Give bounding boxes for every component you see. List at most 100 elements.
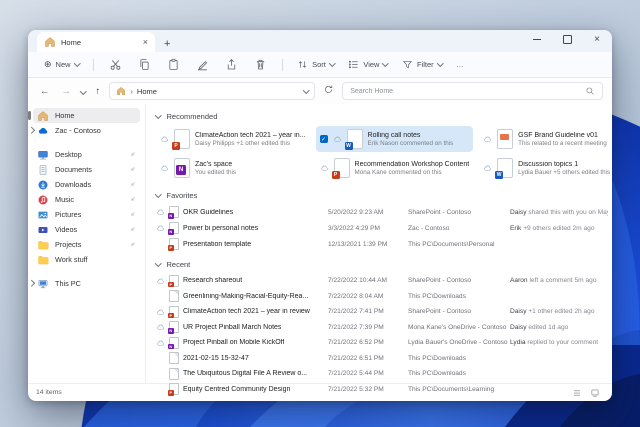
cut-icon (110, 60, 121, 70)
sidebar-item-work-stuff[interactable]: Work stuff (33, 252, 140, 267)
checkbox-checked-icon[interactable]: ✓ (319, 135, 328, 143)
recommended-card[interactable]: N Zac's space You edited this (156, 155, 310, 181)
media-file-icon (169, 352, 179, 365)
section-header-recent[interactable]: Recent (155, 258, 608, 271)
pin-icon (130, 152, 135, 157)
file-location: SharePoint - Contoso (408, 277, 472, 285)
new-tab-button[interactable]: + (155, 38, 179, 52)
share-icon (227, 59, 236, 70)
status-bar: 14 items (28, 383, 612, 401)
refresh-button[interactable] (321, 81, 336, 101)
filter-button[interactable]: Filter (396, 56, 448, 73)
cloud-status-icon (161, 136, 168, 142)
file-name: Power bi personal notes (183, 224, 259, 232)
tab-close-icon[interactable]: × (143, 37, 148, 47)
search-box[interactable] (342, 82, 603, 100)
sidebar-item-this-pc[interactable]: This PC (28, 276, 140, 291)
toolbar-divider (93, 58, 95, 71)
file-date: 3/3/2022 4:29 PM (328, 224, 381, 232)
home-icon (38, 110, 48, 121)
sidebar-item-music[interactable]: Music (33, 192, 140, 207)
recommended-card[interactable]: P ClimateAction tech 2021 – year in... Da… (156, 126, 310, 152)
sidebar-item-onedrive[interactable]: Zac - Contoso (28, 123, 140, 138)
file-row[interactable]: N Power bi personal notes 3/3/2022 4:29 P… (156, 220, 608, 236)
file-activity: Erik Nason commented on this (367, 139, 454, 147)
file-activity: Daisy +1 other edited 2h ago (510, 308, 595, 316)
sidebar-item-home[interactable]: Home (28, 108, 140, 123)
view-icon (349, 60, 358, 69)
file-location: This PC\Documents\Personal (408, 240, 495, 248)
sidebar-item-projects[interactable]: Projects (33, 237, 140, 252)
maximize-button[interactable] (552, 30, 582, 49)
copy-button[interactable] (131, 55, 158, 74)
file-row[interactable]: The Ubiquitous Digital File A Review o..… (156, 366, 608, 382)
section-header-favorites[interactable]: Favorites (155, 189, 608, 202)
back-button[interactable]: ← (37, 85, 53, 98)
search-icon (586, 87, 594, 95)
file-date: 7/21/2022 7:41 PM (328, 308, 384, 316)
file-row[interactable]: P Research shareout 7/22/2022 10:44 AM Sh… (156, 273, 608, 289)
rename-icon (198, 61, 208, 71)
search-input[interactable] (350, 87, 580, 95)
new-icon: ⊕ (44, 59, 52, 69)
file-row[interactable]: P Presentation template 12/13/2021 1:39 P… (156, 236, 608, 252)
delete-icon (256, 59, 265, 70)
delete-button[interactable] (247, 55, 274, 74)
chevron-down-icon (436, 60, 444, 67)
address-bar[interactable]: › Home (109, 82, 316, 100)
powerpoint-file-icon: P (331, 158, 350, 179)
close-button[interactable]: × (582, 30, 612, 49)
sidebar-item-documents[interactable]: Documents (33, 162, 140, 177)
minimize-button[interactable] (522, 30, 552, 49)
section-title: Recommended (166, 112, 218, 121)
cloud-status-icon (161, 165, 168, 171)
desktop-icon (38, 150, 48, 159)
details-view-icon[interactable] (572, 388, 582, 398)
powerpoint-file-icon: P (172, 129, 190, 150)
recommended-card-selected[interactable]: ✓ W Rolling call notes Erik Nason comment… (315, 126, 474, 152)
share-button[interactable] (218, 55, 245, 74)
recommended-card[interactable]: GSF Brand Guideline v01 This related to a… (479, 126, 612, 152)
onedrive-icon (38, 127, 48, 134)
cloud-status-icon (484, 165, 492, 171)
up-button[interactable]: ↑ (93, 85, 104, 98)
tab-home[interactable]: Home × (37, 32, 155, 52)
rename-button[interactable] (189, 55, 216, 74)
cut-button[interactable] (102, 55, 129, 74)
recent-list: P Research shareout 7/22/2022 10:44 AM Sh… (156, 273, 608, 397)
cloud-status-icon (157, 278, 164, 284)
pictures-icon (38, 211, 48, 218)
address-dropdown-icon[interactable] (302, 86, 310, 94)
sidebar-separator (28, 138, 145, 147)
view-button[interactable]: View (342, 56, 394, 73)
onenote-file-icon: N (168, 222, 179, 235)
titlebar-drag-area[interactable] (179, 30, 522, 52)
sort-button[interactable]: Sort (291, 56, 340, 73)
file-date: 12/13/2021 1:39 PM (328, 240, 388, 248)
large-icons-view-icon[interactable] (590, 388, 600, 398)
recommended-card[interactable]: W Discussion topics 1 Lydia Bauer +5 othe… (479, 155, 612, 181)
expand-chevron-icon[interactable] (28, 127, 35, 134)
file-row[interactable]: Greenlining-Making-Racial-Equity-Rea... … (156, 289, 608, 305)
sidebar-item-desktop[interactable]: Desktop (33, 147, 140, 162)
paste-button[interactable] (160, 55, 187, 74)
file-date: 7/21/2022 6:52 PM (328, 339, 384, 347)
file-title: Rolling call notes (367, 131, 421, 139)
file-row[interactable]: P ClimateAction tech 2021 – year in revie… (156, 304, 608, 320)
new-button[interactable]: ⊕ New (38, 56, 85, 73)
recommended-card[interactable]: P Recommendation Workshop Content Mona Ka… (316, 155, 474, 181)
expand-chevron-icon[interactable] (28, 280, 35, 287)
sidebar-item-videos[interactable]: Videos (33, 222, 140, 237)
tab-title: Home (61, 37, 82, 47)
file-row[interactable]: N UR Project Pinball March Notes 7/21/202… (156, 320, 608, 336)
see-more-button[interactable]: … (450, 57, 470, 72)
file-row[interactable]: 2021-02-15 15-32-47 7/21/2022 6:51 PM Th… (156, 351, 608, 367)
file-row[interactable]: N OKR Guidelines 5/20/2022 9:23 AM ShareP… (156, 204, 608, 220)
forward-button[interactable]: → (59, 85, 75, 98)
file-row[interactable]: N Project Pinball on Mobile KickOff 7/21/… (156, 335, 608, 351)
sidebar-item-pictures[interactable]: Pictures (33, 207, 140, 222)
document-file-icon (169, 367, 179, 380)
recent-locations-button[interactable] (80, 87, 87, 95)
sidebar-item-downloads[interactable]: Downloads (33, 177, 140, 192)
section-header-recommended[interactable]: Recommended (155, 110, 608, 123)
